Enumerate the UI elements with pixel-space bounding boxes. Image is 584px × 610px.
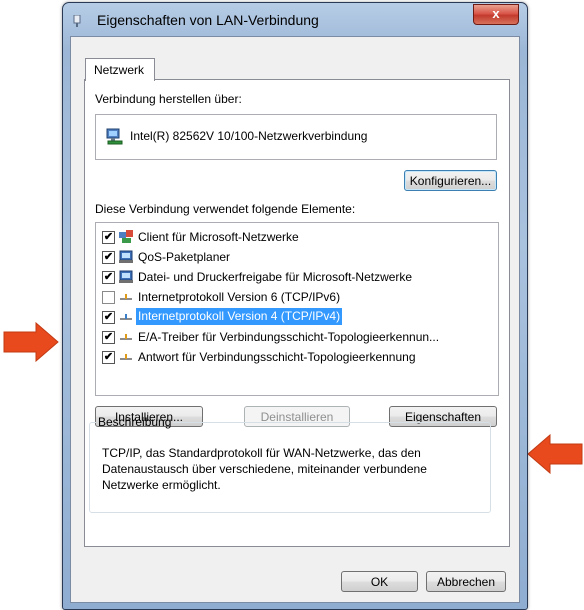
adapter-name: Intel(R) 82562V 10/100-Netzwerkverbindun… <box>130 129 368 143</box>
tab-label: Netzwerk <box>94 63 145 77</box>
adapter-box: Intel(R) 82562V 10/100-Netzwerkverbindun… <box>95 114 497 160</box>
item-checkbox[interactable]: ✔ <box>102 251 115 264</box>
tab-netzwerk[interactable]: Netzwerk <box>85 58 155 81</box>
description-group: Beschreibung TCP/IP, das Standardprotoko… <box>89 415 491 513</box>
cancel-button[interactable]: Abbrechen <box>426 571 506 592</box>
item-checkbox[interactable]: ✔ <box>102 331 115 344</box>
protocol-icon <box>120 314 132 320</box>
item-label: Datei- und Druckerfreigabe für Microsoft… <box>138 270 413 284</box>
protocol-icon <box>120 354 132 360</box>
item-checkbox[interactable]: ✔ <box>102 311 115 324</box>
list-item[interactable]: Internetprotokoll Version 6 (TCP/IPv6) <box>96 287 496 307</box>
item-checkbox[interactable]: ✔ <box>102 231 115 244</box>
ok-button[interactable]: OK <box>341 571 418 592</box>
protocol-icon <box>120 294 132 300</box>
right-arrow-annotation <box>527 434 583 474</box>
service-icon <box>119 270 133 283</box>
service-icon <box>119 250 133 263</box>
left-arrow-annotation <box>3 322 59 362</box>
item-label: Antwort für Verbindungsschicht-Topologie… <box>138 350 416 364</box>
window-title: Eigenschaften von LAN-Verbindung <box>97 12 319 28</box>
protocol-icon <box>120 334 132 340</box>
items-label: Diese Verbindung verwendet folgende Elem… <box>95 202 356 216</box>
properties-dialog: Eigenschaften von LAN-Verbindung x Netzw… <box>62 2 528 610</box>
item-label: Internetprotokoll Version 6 (TCP/IPv6) <box>138 290 341 304</box>
network-client-icon <box>119 230 133 243</box>
title-bar[interactable]: Eigenschaften von LAN-Verbindung x <box>63 3 527 37</box>
list-item[interactable]: ✔ Client für Microsoft-Netzwerke <box>96 227 496 247</box>
list-item[interactable]: ✔ Datei- und Druckerfreigabe für Microso… <box>96 267 496 287</box>
description-legend: Beschreibung <box>98 415 172 429</box>
configure-button[interactable]: Konfigurieren... <box>404 170 497 191</box>
components-list[interactable]: ✔ Client für Microsoft-Netzwerke ✔ QoS-P… <box>95 222 499 396</box>
connect-via-label: Verbindung herstellen über: <box>95 92 242 106</box>
list-item[interactable]: ✔ Internetprotokoll Version 4 (TCP/IPv4) <box>96 307 496 327</box>
item-label-selected: Internetprotokoll Version 4 (TCP/IPv4) <box>136 308 343 325</box>
item-checkbox[interactable] <box>102 291 115 304</box>
dialog-body: Netzwerk Verbindung herstellen über: Int… <box>70 36 520 603</box>
item-checkbox[interactable]: ✔ <box>102 351 115 364</box>
close-icon: x <box>492 6 500 21</box>
list-item[interactable]: ✔ Antwort für Verbindungsschicht-Topolog… <box>96 347 496 367</box>
network-adapter-icon <box>106 128 123 145</box>
network-icon <box>73 15 81 27</box>
list-item[interactable]: ✔ QoS-Paketplaner <box>96 247 496 267</box>
close-button[interactable]: x <box>473 4 519 25</box>
item-checkbox[interactable]: ✔ <box>102 271 115 284</box>
item-label: E/A-Treiber für Verbindungsschicht-Topol… <box>138 330 440 344</box>
item-label: Client für Microsoft-Netzwerke <box>138 230 299 244</box>
item-label: QoS-Paketplaner <box>138 250 231 264</box>
list-item[interactable]: ✔ E/A-Treiber für Verbindungsschicht-Top… <box>96 327 496 347</box>
description-text: TCP/IP, das Standardprotokoll für WAN-Ne… <box>102 446 427 492</box>
